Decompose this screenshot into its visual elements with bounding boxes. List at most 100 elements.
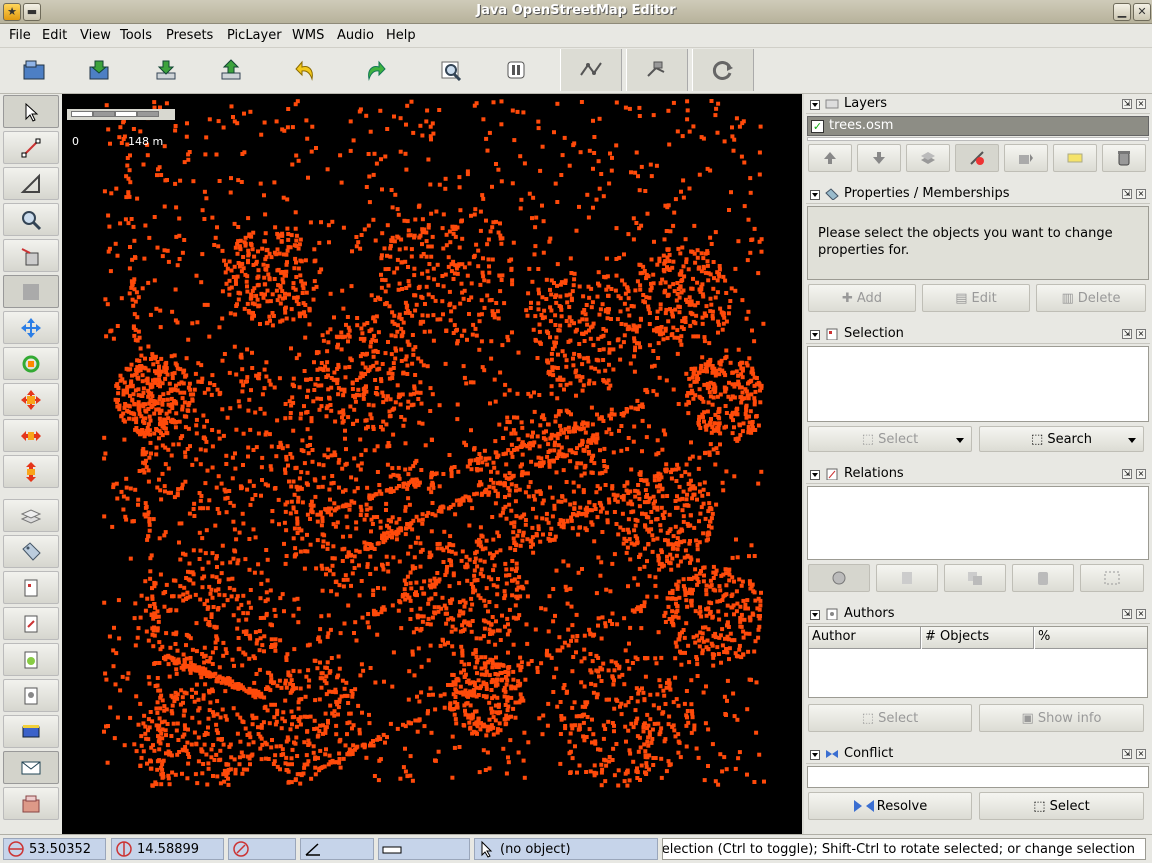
detach-icon[interactable]: ⇲ (1122, 609, 1132, 619)
conflict-header[interactable]: Conflict ⇲ × (806, 744, 1150, 764)
layer-move-up-button[interactable] (808, 144, 852, 172)
selection-title: Selection (844, 326, 904, 341)
close-icon[interactable]: × (1136, 99, 1146, 109)
draw-mode-button[interactable] (3, 131, 59, 164)
resolve-button[interactable]: Resolve (808, 792, 972, 820)
close-icon[interactable]: × (1136, 329, 1146, 339)
redo-button[interactable] (344, 49, 406, 91)
conflict-select-button[interactable]: ⬚ Select (979, 792, 1144, 820)
toggle-authors-button[interactable] (3, 679, 59, 712)
scale-all-button[interactable] (3, 383, 59, 416)
search-button[interactable]: ⬚ Search (979, 426, 1144, 452)
info-icon (1067, 153, 1083, 163)
map-view[interactable]: 0 148 m (62, 94, 802, 834)
toggle-command-stack-button[interactable] (3, 715, 59, 748)
measure-angle-button[interactable] (3, 167, 59, 200)
authors-header[interactable]: Authors ⇲ × (806, 604, 1150, 624)
delete-property-button[interactable]: ▥ Delete (1036, 284, 1146, 312)
menu-tools[interactable]: Tools (120, 28, 152, 43)
detach-icon[interactable]: ⇲ (1122, 749, 1132, 759)
save-button[interactable] (68, 49, 130, 91)
empty-tool-button[interactable] (3, 275, 59, 308)
zoom-mode-button[interactable] (3, 203, 59, 236)
upload-button[interactable] (200, 49, 262, 91)
close-icon[interactable]: × (1136, 189, 1146, 199)
detach-icon[interactable]: ⇲ (1122, 469, 1132, 479)
collapse-icon[interactable] (810, 330, 820, 340)
menu-piclayer[interactable]: PicLayer (227, 28, 282, 43)
menu-help[interactable]: Help (386, 28, 416, 43)
collapse-icon[interactable] (810, 610, 820, 620)
duplicate-relation-button[interactable] (944, 564, 1006, 592)
minimize-button[interactable]: ▁ (1113, 3, 1131, 21)
menu-audio[interactable]: Audio (337, 28, 374, 43)
detach-icon[interactable]: ⇲ (1122, 329, 1132, 339)
authors-select-button[interactable]: ⬚ Select (808, 704, 972, 732)
authors-col-percent[interactable]: % (1035, 627, 1147, 649)
layer-delete-button[interactable] (1102, 144, 1146, 172)
download-button[interactable] (135, 49, 197, 91)
new-relation-button[interactable] (808, 564, 870, 592)
close-icon[interactable]: × (1136, 469, 1146, 479)
rotate-button[interactable] (3, 347, 59, 380)
delete-relation-button[interactable] (1012, 564, 1074, 592)
menu-view[interactable]: View (80, 28, 111, 43)
toggle-history-button[interactable] (3, 787, 59, 820)
close-window-button[interactable]: ✕ (1133, 3, 1151, 21)
layer-merge-button[interactable] (906, 144, 950, 172)
menu-presets[interactable]: Presets (166, 28, 213, 43)
layer-visible-checkbox[interactable]: ✓ (811, 120, 824, 133)
menu-file[interactable]: File (9, 28, 31, 43)
way-select-button[interactable] (626, 49, 688, 91)
add-property-button[interactable]: ✚ Add (808, 284, 916, 312)
layer-visibility-button[interactable] (955, 144, 999, 172)
toggle-mail-button[interactable] (3, 751, 59, 784)
authors-col-author[interactable]: Author (809, 627, 921, 649)
select-relation-button[interactable] (1080, 564, 1144, 592)
zoom-preview-button[interactable] (420, 49, 482, 91)
download-icon (156, 60, 176, 80)
scale-x-button[interactable] (3, 419, 59, 452)
relations-header[interactable]: Relations ⇲ × (806, 464, 1150, 484)
undo-button[interactable] (275, 49, 337, 91)
map-canvas[interactable] (62, 94, 802, 834)
scale-y-button[interactable] (3, 455, 59, 488)
layers-header[interactable]: Layers ⇲ × (806, 94, 1150, 114)
layer-activate-button[interactable] (1004, 144, 1048, 172)
authors-col-objects[interactable]: # Objects (922, 627, 1034, 649)
collapse-icon[interactable] (810, 750, 820, 760)
toggle-selection-button[interactable] (3, 571, 59, 604)
close-icon[interactable]: × (1136, 749, 1146, 759)
properties-header[interactable]: Properties / Memberships ⇲ × (806, 184, 1150, 204)
collapse-icon[interactable] (810, 190, 820, 200)
layer-info-button[interactable] (1053, 144, 1097, 172)
collapse-icon[interactable] (810, 100, 820, 110)
menu-wms[interactable]: WMS (292, 28, 324, 43)
relations-list[interactable] (807, 486, 1149, 560)
delete-mode-button[interactable] (3, 239, 59, 272)
toggle-relations-button[interactable] (3, 607, 59, 640)
open-button[interactable] (3, 49, 65, 91)
close-icon[interactable]: × (1136, 609, 1146, 619)
selection-select-button[interactable]: ⬚ Select (808, 426, 972, 452)
detach-icon[interactable]: ⇲ (1122, 99, 1132, 109)
move-all-button[interactable] (3, 311, 59, 344)
edit-property-button[interactable]: ▤ Edit (922, 284, 1030, 312)
show-info-button[interactable]: ▣ Show info (979, 704, 1144, 732)
edit-relation-button[interactable] (876, 564, 938, 592)
toggle-properties-button[interactable] (3, 535, 59, 568)
toggle-conflict-button[interactable] (3, 643, 59, 676)
layer-move-down-button[interactable] (857, 144, 901, 172)
conflict-list[interactable] (807, 766, 1149, 788)
wireframe-button[interactable] (560, 49, 622, 91)
menu-edit[interactable]: Edit (42, 28, 67, 43)
toggle-layers-button[interactable] (3, 499, 59, 532)
refresh-button[interactable] (692, 49, 754, 91)
preferences-button[interactable] (485, 49, 547, 91)
layer-row[interactable]: ✓ trees.osm (807, 116, 1149, 136)
selection-list[interactable] (807, 346, 1149, 422)
collapse-icon[interactable] (810, 470, 820, 480)
detach-icon[interactable]: ⇲ (1122, 189, 1132, 199)
select-mode-button[interactable] (3, 95, 59, 128)
selection-header[interactable]: Selection ⇲ × (806, 324, 1150, 344)
